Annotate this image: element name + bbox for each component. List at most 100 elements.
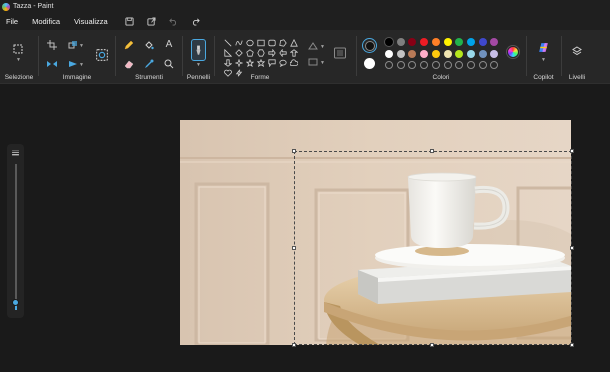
shape-hexagon-icon[interactable] — [255, 48, 266, 58]
copilot-label: Copilot — [533, 74, 554, 81]
custom-color-slot[interactable] — [431, 61, 440, 69]
custom-color-slot[interactable] — [490, 61, 499, 69]
menu-view[interactable]: Visualizza — [67, 13, 115, 30]
menu-edit[interactable]: Modifica — [25, 13, 67, 30]
color-swatch[interactable] — [396, 38, 405, 46]
color-swatch[interactable] — [455, 49, 464, 58]
shape-outline-icon[interactable] — [307, 40, 319, 52]
resize-icon[interactable] — [67, 39, 79, 51]
shape-diamond-icon[interactable] — [233, 48, 244, 58]
shape-rectangle-icon[interactable] — [255, 38, 266, 48]
color-swatch[interactable] — [431, 38, 440, 46]
custom-color-slot[interactable] — [478, 61, 487, 69]
shape-oval-icon[interactable] — [244, 38, 255, 48]
shape-rounded-rectangle-icon[interactable] — [266, 38, 277, 48]
fill-icon[interactable] — [143, 39, 155, 51]
shape-lightning-icon[interactable] — [233, 68, 244, 78]
resize-chevron-down-icon[interactable]: ▼ — [79, 43, 84, 49]
eraser-icon[interactable] — [123, 58, 135, 70]
color-picker-icon[interactable] — [143, 58, 155, 70]
slider-track[interactable] — [15, 164, 17, 310]
color-swatch[interactable] — [431, 49, 440, 58]
color-swatch[interactable] — [420, 49, 429, 58]
color-swatch[interactable] — [396, 49, 405, 58]
shape-star-five-icon[interactable] — [244, 58, 255, 68]
pencil-icon[interactable] — [123, 39, 135, 51]
magnifier-icon[interactable] — [163, 58, 175, 70]
copilot-chevron-down-icon[interactable]: ▼ — [541, 57, 546, 63]
color-swatch[interactable] — [455, 38, 464, 46]
outline-chevron-down-icon[interactable]: ▼ — [320, 44, 325, 50]
selection-chevron-down-icon[interactable]: ▼ — [16, 57, 21, 63]
shape-star-four-icon[interactable] — [233, 58, 244, 68]
selection-rectangle-icon[interactable] — [12, 43, 24, 55]
copilot-icon[interactable] — [537, 41, 550, 54]
color-swatch[interactable] — [466, 49, 475, 58]
custom-color-slot[interactable] — [443, 61, 452, 69]
shape-right-triangle-icon[interactable] — [222, 48, 233, 58]
color-swatch[interactable] — [420, 38, 429, 46]
drawing-canvas[interactable] — [180, 120, 571, 345]
color-swatch[interactable] — [408, 38, 417, 46]
shape-arrow-down-icon[interactable] — [222, 58, 233, 68]
flip-icon[interactable] — [46, 58, 58, 70]
slider-thumb[interactable] — [12, 298, 19, 306]
color-swatch[interactable] — [385, 38, 393, 46]
paint-app-icon — [2, 2, 10, 11]
share-icon[interactable] — [145, 15, 159, 29]
line-width-icon[interactable] — [333, 46, 347, 60]
fill-chevron-down-icon[interactable]: ▼ — [320, 60, 325, 66]
shape-cloud-icon[interactable] — [288, 58, 299, 68]
custom-color-slot[interactable] — [385, 61, 393, 69]
color-swatch[interactable] — [490, 38, 499, 46]
layers-icon[interactable] — [571, 45, 583, 57]
canvas-image — [180, 120, 571, 345]
secondary-color-swatch[interactable] — [364, 58, 375, 69]
shape-polygon-icon[interactable] — [277, 38, 288, 48]
custom-color-slot[interactable] — [420, 61, 429, 69]
color-swatch[interactable] — [408, 49, 417, 58]
color-swatch[interactable] — [443, 49, 452, 58]
brush-button[interactable] — [191, 39, 206, 61]
custom-color-slot[interactable] — [408, 61, 417, 69]
crop-icon[interactable] — [46, 39, 58, 51]
shape-arrow-up-icon[interactable] — [288, 48, 299, 58]
shape-curve-icon[interactable] — [233, 38, 244, 48]
text-icon[interactable]: A — [163, 39, 175, 51]
brush-size-slider — [7, 144, 24, 318]
menu-bar: File Modifica Visualizza — [0, 13, 610, 30]
shape-speech-bubble-icon[interactable] — [266, 58, 277, 68]
save-icon[interactable] — [123, 15, 137, 29]
custom-color-slot[interactable] — [396, 61, 405, 69]
color-swatch[interactable] — [478, 49, 487, 58]
redo-icon[interactable] — [189, 15, 203, 29]
color-swatch[interactable] — [478, 38, 487, 46]
color-swatch[interactable] — [466, 38, 475, 46]
custom-color-slot[interactable] — [455, 61, 464, 69]
custom-color-slot[interactable] — [466, 61, 475, 69]
brush-chevron-down-icon[interactable]: ▼ — [196, 62, 201, 68]
shape-fill-icon[interactable] — [307, 56, 319, 68]
shape-star-six-icon[interactable] — [255, 58, 266, 68]
shape-arrow-right-icon[interactable] — [266, 48, 277, 58]
color-swatch[interactable] — [443, 38, 452, 46]
brush-icon — [196, 45, 201, 55]
rotate-icon[interactable] — [67, 58, 79, 70]
shape-pentagon-icon[interactable] — [244, 48, 255, 58]
color-swatch[interactable] — [385, 49, 393, 58]
edit-colors-icon[interactable] — [507, 46, 519, 58]
shape-triangle-icon[interactable] — [288, 38, 299, 48]
shape-arrow-left-icon[interactable] — [277, 48, 288, 58]
menu-file[interactable]: File — [0, 13, 25, 30]
rotate-chevron-down-icon[interactable]: ▼ — [79, 62, 84, 68]
shape-speech-oval-icon[interactable] — [277, 58, 288, 68]
remove-background-icon[interactable] — [95, 48, 109, 62]
image-label: Immagine — [62, 74, 92, 81]
primary-color-swatch[interactable] — [362, 38, 377, 53]
undo-icon[interactable] — [167, 15, 181, 29]
brushes-label: Pennelli — [186, 74, 211, 81]
shape-heart-icon[interactable] — [222, 68, 233, 78]
group-selection: ▼ Selezione — [0, 34, 38, 82]
shape-line-icon[interactable] — [222, 38, 233, 48]
color-swatch[interactable] — [490, 49, 499, 58]
